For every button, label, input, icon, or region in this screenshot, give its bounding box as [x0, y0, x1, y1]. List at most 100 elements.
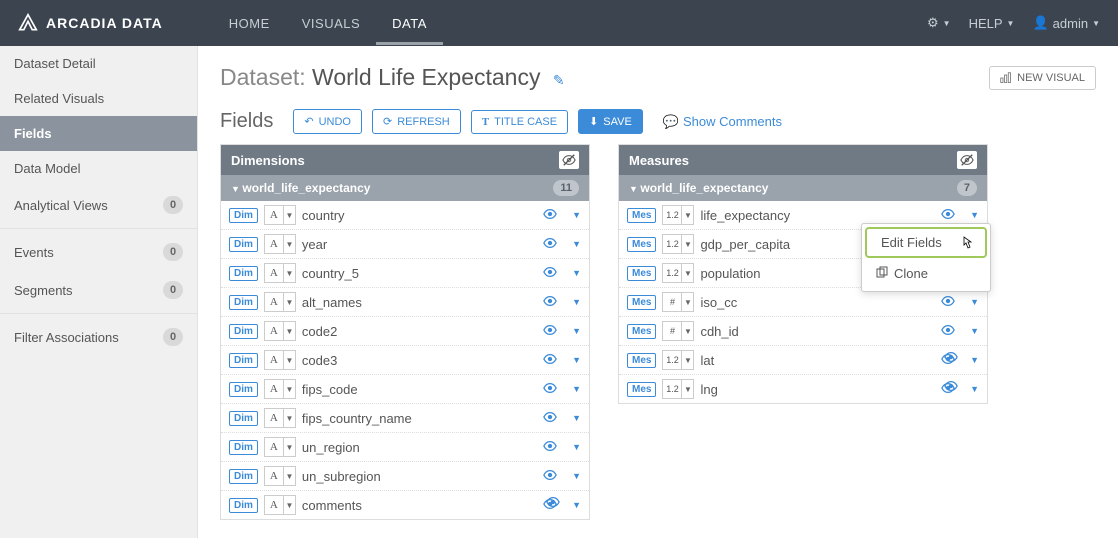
visibility-icon[interactable]: [940, 294, 960, 311]
field-menu-toggle[interactable]: ▼: [970, 355, 979, 365]
count-badge: 0: [163, 328, 183, 346]
type-selector[interactable]: A▼: [264, 205, 296, 225]
type-selector[interactable]: A▼: [264, 350, 296, 370]
sidebar-item-segments[interactable]: Segments0: [0, 271, 197, 309]
type-selector[interactable]: A▼: [264, 466, 296, 486]
type-selector[interactable]: 1.2▼: [662, 379, 694, 399]
visibility-double-icon[interactable]: [940, 381, 960, 398]
field-row: DimA▼un_region▼: [221, 433, 589, 462]
type-selector[interactable]: 1.2▼: [662, 234, 694, 254]
visibility-icon[interactable]: [542, 468, 562, 485]
sidebar-item-analytical-views[interactable]: Analytical Views0: [0, 186, 197, 224]
visibility-icon[interactable]: [542, 352, 562, 369]
field-context-menu: Edit FieldsClone: [861, 223, 991, 292]
type-selector[interactable]: A▼: [264, 379, 296, 399]
type-selector[interactable]: #▼: [662, 292, 694, 312]
nav-data[interactable]: DATA: [376, 2, 443, 45]
field-menu-toggle[interactable]: ▼: [970, 210, 979, 220]
field-menu-toggle[interactable]: ▼: [572, 239, 581, 249]
field-menu-toggle[interactable]: ▼: [572, 442, 581, 452]
help-menu[interactable]: HELP▼: [969, 16, 1015, 31]
type-selector[interactable]: A▼: [264, 263, 296, 283]
type-selector[interactable]: #▼: [662, 321, 694, 341]
field-name: code3: [302, 353, 536, 368]
type-selector[interactable]: A▼: [264, 408, 296, 428]
show-comments-link[interactable]: 💬Show Comments: [663, 114, 782, 130]
field-menu-toggle[interactable]: ▼: [572, 210, 581, 220]
dimensions-visibility-toggle[interactable]: [559, 151, 579, 169]
visibility-icon[interactable]: [542, 294, 562, 311]
field-tag: Dim: [229, 382, 258, 397]
type-selector[interactable]: A▼: [264, 292, 296, 312]
sidebar-item-fields[interactable]: Fields: [0, 116, 197, 151]
chevron-down-icon: ▼: [681, 264, 693, 282]
field-menu-toggle[interactable]: ▼: [572, 471, 581, 481]
field-menu-toggle[interactable]: ▼: [970, 384, 979, 394]
field-row: DimA▼comments▼: [221, 491, 589, 519]
sidebar-item-events[interactable]: Events0: [0, 233, 197, 271]
field-menu-toggle[interactable]: ▼: [572, 326, 581, 336]
field-menu-toggle[interactable]: ▼: [572, 500, 581, 510]
field-menu-toggle[interactable]: ▼: [572, 413, 581, 423]
field-menu-toggle[interactable]: ▼: [572, 297, 581, 307]
field-menu-toggle[interactable]: ▼: [970, 326, 979, 336]
type-selector[interactable]: 1.2▼: [662, 263, 694, 283]
field-tag: Dim: [229, 498, 258, 513]
fields-heading: Fields: [220, 110, 273, 133]
edit-dataset-icon[interactable]: ✎: [553, 72, 565, 88]
count-badge: 0: [163, 281, 183, 299]
field-tag: Mes: [627, 382, 656, 397]
type-selector[interactable]: A▼: [264, 321, 296, 341]
save-button[interactable]: ⬇SAVE: [578, 109, 643, 134]
undo-button[interactable]: ↶UNDO: [293, 109, 362, 134]
sidebar-item-dataset-detail[interactable]: Dataset Detail: [0, 46, 197, 81]
sidebar-item-label: Related Visuals: [14, 91, 104, 106]
field-name: country: [302, 208, 536, 223]
nav-home[interactable]: HOME: [213, 2, 286, 45]
field-menu-toggle[interactable]: ▼: [572, 355, 581, 365]
refresh-icon: ⟳: [383, 115, 392, 128]
visibility-icon[interactable]: [542, 236, 562, 253]
type-selector[interactable]: 1.2▼: [662, 205, 694, 225]
user-menu[interactable]: 👤admin▼: [1032, 15, 1100, 31]
visibility-icon[interactable]: [542, 265, 562, 282]
visibility-icon[interactable]: [542, 207, 562, 224]
sidebar-item-filter-associations[interactable]: Filter Associations0: [0, 318, 197, 356]
menu-clone[interactable]: Clone: [862, 260, 990, 287]
chevron-down-icon: ▼: [283, 380, 295, 398]
brand-logo[interactable]: ARCADIA DATA: [18, 13, 163, 33]
type-selector[interactable]: A▼: [264, 495, 296, 515]
field-menu-toggle[interactable]: ▼: [572, 268, 581, 278]
visibility-icon[interactable]: [542, 410, 562, 427]
visibility-double-icon[interactable]: [940, 352, 960, 369]
field-tag: Dim: [229, 266, 258, 281]
settings-menu[interactable]: ⚙▼: [927, 15, 951, 31]
chevron-down-icon: ▼: [283, 351, 295, 369]
measures-group[interactable]: ▼ world_life_expectancy 7: [619, 175, 987, 201]
field-name: lng: [700, 382, 934, 397]
type-selector[interactable]: 1.2▼: [662, 350, 694, 370]
sidebar-item-data-model[interactable]: Data Model: [0, 151, 197, 186]
field-menu-toggle[interactable]: ▼: [970, 297, 979, 307]
type-selector[interactable]: A▼: [264, 234, 296, 254]
menu-edit-fields[interactable]: Edit Fields: [865, 227, 987, 258]
new-visual-button[interactable]: NEW VISUAL: [989, 66, 1096, 90]
sidebar-item-related-visuals[interactable]: Related Visuals: [0, 81, 197, 116]
type-selector[interactable]: A▼: [264, 437, 296, 457]
field-menu-toggle[interactable]: ▼: [572, 384, 581, 394]
visibility-icon[interactable]: [542, 439, 562, 456]
titlecase-button[interactable]: TTITLE CASE: [471, 110, 568, 134]
refresh-button[interactable]: ⟳REFRESH: [372, 109, 461, 134]
dimensions-group[interactable]: ▼ world_life_expectancy 11: [221, 175, 589, 201]
visibility-icon[interactable]: [940, 323, 960, 340]
visibility-icon[interactable]: [542, 323, 562, 340]
visibility-icon[interactable]: [940, 207, 960, 224]
visibility-double-icon[interactable]: [542, 497, 562, 514]
brand-icon: [18, 13, 38, 33]
eye-slash-icon: [562, 153, 576, 167]
cursor-icon: [959, 236, 975, 255]
visibility-icon[interactable]: [542, 381, 562, 398]
field-tag: Mes: [627, 295, 656, 310]
measures-visibility-toggle[interactable]: [957, 151, 977, 169]
nav-visuals[interactable]: VISUALS: [286, 2, 376, 45]
